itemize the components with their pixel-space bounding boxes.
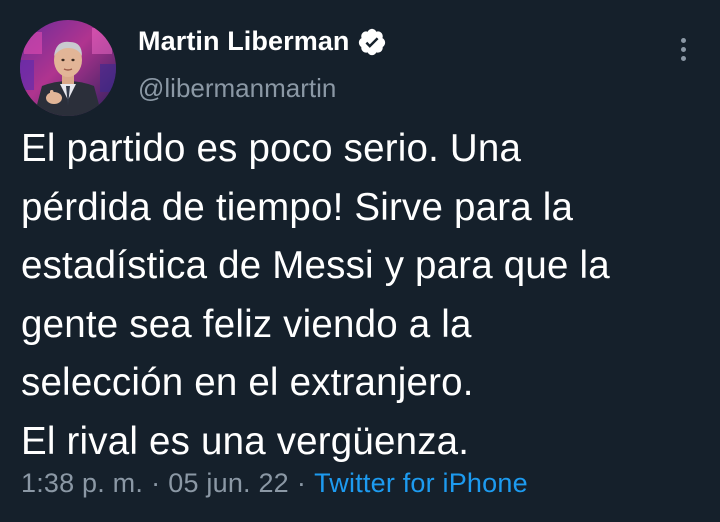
tweet-time[interactable]: 1:38 p. m. (21, 468, 143, 498)
avatar-image (20, 20, 116, 116)
verified-badge-icon (358, 28, 385, 55)
more-dot (680, 37, 686, 43)
tweet-text-line: El rival es una vergüenza. (21, 419, 470, 463)
tweet-source-link[interactable]: Twitter for iPhone (314, 468, 528, 498)
tweet-meta: 1:38 p. m. · 05 jun. 22 · Twitter for iPhone (21, 468, 528, 499)
tweet-text-line: gente sea feliz viendo a la (21, 302, 472, 346)
more-options-icon[interactable] (668, 34, 698, 64)
tweet-card: Martin Liberman @libermanmartin El parti… (0, 0, 720, 522)
more-dot (680, 46, 686, 52)
tweet-text-line: estadística de Messi y para que la (21, 244, 610, 287)
author-name[interactable]: Martin Liberman (138, 26, 387, 57)
author-name-text: Martin Liberman (138, 26, 350, 56)
meta-separator: · (296, 468, 307, 498)
tweet-text-line: El partido es poco serio. Una (21, 127, 522, 170)
tweet-text: El partido es poco serio. Una pérdida de… (21, 120, 711, 471)
author-handle[interactable]: @libermanmartin (138, 73, 336, 104)
tweet-text-line: pérdida de tiempo! Sirve para la (21, 185, 574, 229)
tweet-date[interactable]: 05 jun. 22 (168, 468, 289, 498)
tweet-text-line: selección en el extranjero. (21, 361, 474, 404)
more-dot (680, 55, 686, 61)
avatar[interactable] (20, 20, 116, 116)
meta-separator: · (151, 468, 161, 498)
